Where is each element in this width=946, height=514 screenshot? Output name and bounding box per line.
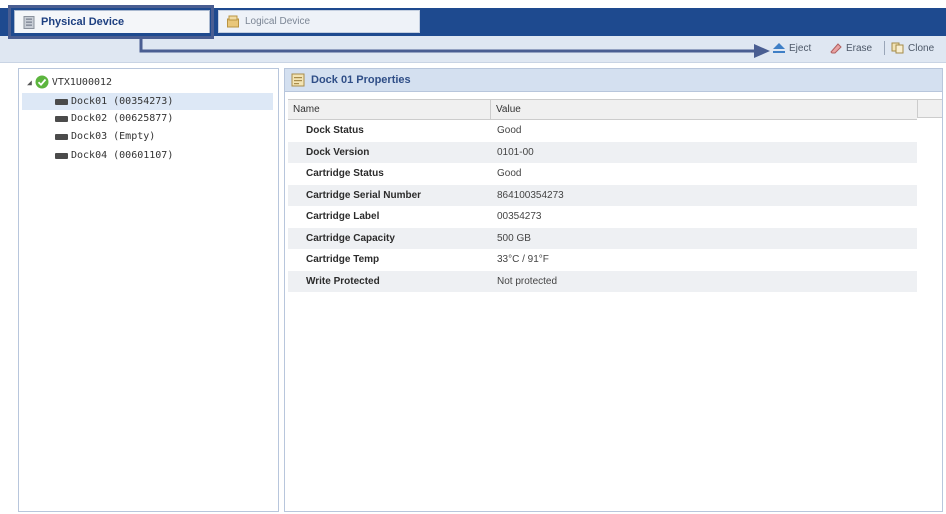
erase-button[interactable]: Erase: [829, 40, 872, 56]
eject-button[interactable]: Eject: [772, 40, 811, 56]
properties-icon: [291, 73, 305, 87]
table-row[interactable]: Dock Version 0101-00: [288, 141, 917, 163]
tree-item-label: Dock03 (Empty): [71, 131, 156, 142]
table-row[interactable]: Cartridge Capacity 500 GB: [288, 227, 917, 249]
property-value: 00354273: [497, 211, 542, 222]
table-row[interactable]: Cartridge Label 00354273: [288, 206, 917, 228]
property-value: 500 GB: [497, 232, 531, 244]
dock-icon: [55, 133, 68, 140]
properties-panel-title: Dock 01 Properties: [311, 74, 411, 86]
property-value: 864100354273: [497, 189, 564, 201]
clone-button[interactable]: Clone: [891, 40, 934, 56]
grid-header-scroll-spacer: [917, 99, 942, 118]
property-value: Good: [497, 168, 522, 179]
properties-panel-header: Dock 01 Properties: [285, 69, 942, 92]
status-ok-icon: [35, 75, 49, 89]
properties-panel: Dock 01 Properties Name Value Dock Statu…: [284, 68, 943, 512]
property-name: Dock Status: [306, 125, 364, 136]
dock-icon: [55, 152, 68, 159]
tree-item-label: Dock01 (00354273): [71, 96, 174, 107]
server-icon: [23, 15, 35, 29]
tree-root-label: VTX1U00012: [51, 76, 113, 88]
tree-item-label: Dock04 (00601107): [71, 150, 174, 161]
property-name: Cartridge Capacity: [306, 232, 395, 244]
property-value: Not protected: [497, 275, 558, 287]
column-header-name[interactable]: Name: [293, 104, 320, 115]
tree-item-dock02[interactable]: Dock02 (00625877): [22, 110, 273, 127]
eject-button-label: Eject: [789, 42, 812, 54]
logical-device-icon: [227, 15, 239, 28]
table-row[interactable]: Write Protected Not protected: [288, 270, 917, 292]
property-name: Cartridge Temp: [306, 254, 380, 265]
grid-body: Dock Status Good Dock Version 0101-00 Ca…: [288, 120, 917, 292]
property-value: 0101-00: [497, 146, 534, 158]
table-row[interactable]: Cartridge Status Good: [288, 163, 917, 185]
erase-button-label: Erase: [846, 42, 873, 54]
property-name: Dock Version: [306, 146, 370, 158]
property-name: Cartridge Serial Number: [306, 189, 422, 201]
tab-logical-device-label: Logical Device: [245, 16, 311, 27]
device-tree-panel: ◢ VTX1U00012 Dock01 (00354273) Dock02 (0…: [18, 68, 279, 512]
property-name: Write Protected: [306, 275, 380, 287]
expand-toggle-icon[interactable]: ◢: [27, 78, 32, 87]
property-value: 33°C / 91°F: [497, 254, 549, 265]
erase-icon: [830, 43, 842, 54]
tree-root[interactable]: ◢ VTX1U00012: [27, 75, 112, 89]
table-row[interactable]: Dock Status Good: [288, 120, 917, 142]
property-name: Cartridge Status: [306, 168, 384, 179]
grid-header-row: Name Value: [288, 99, 917, 120]
tree-item-label: Dock02 (00625877): [71, 113, 174, 124]
eject-icon: [773, 43, 785, 53]
tree-item-dock04[interactable]: Dock04 (00601107): [22, 147, 273, 164]
properties-grid: Name Value Dock Status Good Dock Version…: [288, 99, 942, 292]
property-name: Cartridge Label: [306, 211, 380, 222]
dock-icon: [55, 115, 68, 122]
column-header-value[interactable]: Value: [496, 104, 521, 115]
clone-button-label: Clone: [908, 42, 935, 54]
dock-icon: [55, 98, 68, 105]
tab-logical-device[interactable]: Logical Device: [218, 10, 420, 33]
table-row[interactable]: Cartridge Temp 33°C / 91°F: [288, 249, 917, 271]
column-divider[interactable]: [490, 100, 491, 119]
tree-item-dock03[interactable]: Dock03 (Empty): [22, 128, 273, 145]
clone-icon: [891, 42, 904, 54]
tab-physical-device-label: Physical Device: [41, 16, 125, 28]
tree-item-dock01[interactable]: Dock01 (00354273): [22, 93, 273, 110]
toolbar-divider: [884, 41, 885, 55]
table-row[interactable]: Cartridge Serial Number 864100354273: [288, 184, 917, 206]
tab-physical-device[interactable]: Physical Device: [14, 10, 210, 33]
property-value: Good: [497, 125, 522, 136]
